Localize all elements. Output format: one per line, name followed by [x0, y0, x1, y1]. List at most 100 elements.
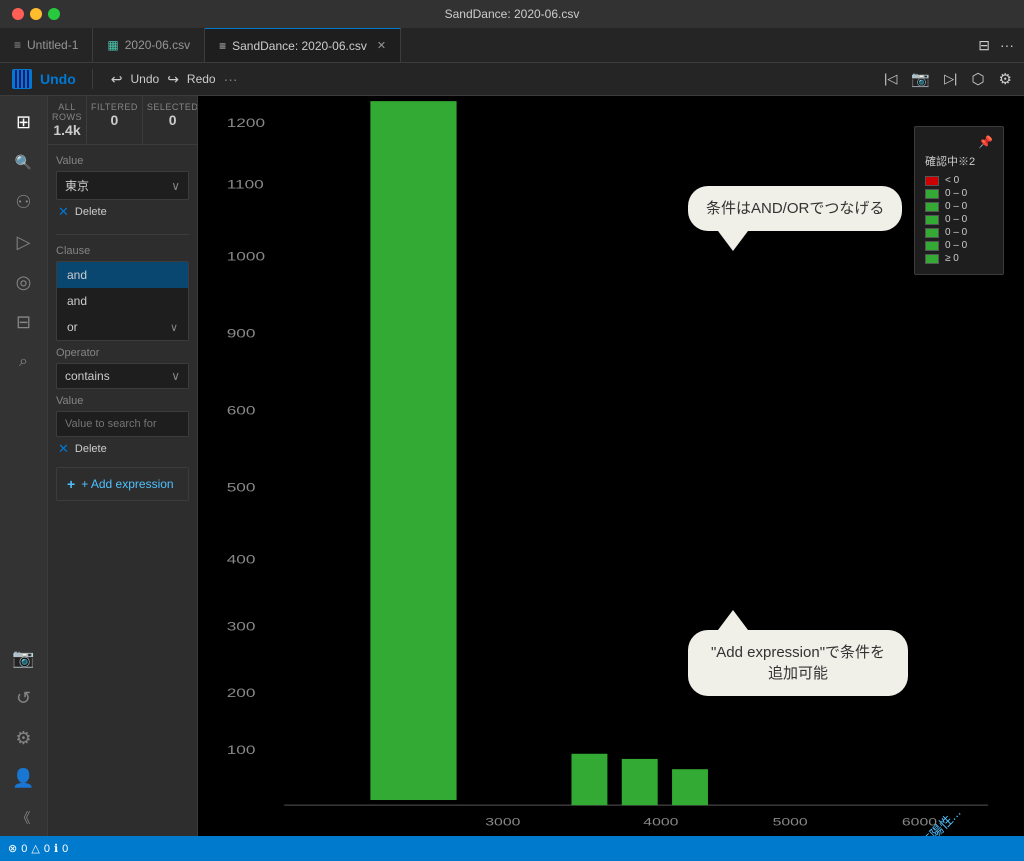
filter1-delete-btn[interactable]: ✕ Delete	[56, 200, 189, 224]
activity-source-icon[interactable]: ⚇	[6, 184, 42, 220]
bubble-bottom: "Add expression"で条件を追加可能	[688, 630, 908, 696]
legend-label-0: < 0	[945, 175, 959, 186]
clause-option-and-label: and	[67, 268, 87, 282]
add-expression-btn[interactable]: + + Add expression	[56, 467, 189, 501]
filter2-clause-label: Clause	[56, 245, 189, 257]
activity-gear-icon[interactable]: ⚙	[6, 720, 42, 756]
selected-stat: SELECTED 0	[143, 96, 198, 144]
clause-option-or-label: or	[67, 320, 78, 334]
legend-color-4	[925, 228, 939, 238]
filter1-value-text: 東京	[65, 177, 89, 194]
window-controls	[12, 8, 60, 20]
first-frame-icon[interactable]: |◁	[884, 71, 897, 87]
tab-sanddance-label: SandDance: 2020-06.csv	[232, 39, 367, 53]
svg-text:3000: 3000	[485, 816, 521, 828]
filter2-operator-label: Operator	[56, 347, 189, 359]
activity-camera-icon[interactable]: 📷	[6, 640, 42, 676]
legend-item-6: ≥ 0	[925, 253, 993, 264]
legend-color-1	[925, 189, 939, 199]
filter2-operator-text: contains	[65, 369, 110, 383]
svg-text:300: 300	[227, 620, 256, 634]
filter2-delete-x-icon: ✕	[58, 441, 69, 457]
more-actions-icon[interactable]: ···	[1000, 37, 1014, 53]
activity-blocks-icon[interactable]: ⊟	[6, 304, 42, 340]
add-expression-plus-icon: +	[67, 476, 75, 492]
tab-sanddance[interactable]: ≡ SandDance: 2020-06.csv ✕	[205, 28, 401, 62]
titlebar: SandDance: 2020-06.csv	[0, 0, 1024, 28]
stats-bar: ALL ROWS 1.4k FILTERED 0 SELECTED 0	[48, 96, 197, 145]
activity-files-icon[interactable]: ⊞	[6, 104, 42, 140]
toolbar-more-icon[interactable]: ···	[224, 71, 238, 87]
warning-count: 0	[44, 843, 50, 855]
legend-item-5: 0 – 0	[925, 240, 993, 251]
filter1-delete-x-icon: ✕	[58, 204, 69, 220]
legend-label-4: 0 – 0	[945, 227, 967, 238]
tab-untitled[interactable]: ≡ Untitled-1	[0, 28, 93, 62]
filter1-chevron-icon: ∨	[171, 179, 180, 193]
legend-color-0	[925, 176, 939, 186]
redo-button[interactable]: Redo	[187, 72, 216, 86]
tabbar-actions: ⊟ ···	[968, 28, 1024, 62]
sanddance-title: Undo	[40, 71, 76, 87]
filter2-delete-btn[interactable]: ✕ Delete	[56, 437, 189, 461]
clause-option-and-selected[interactable]: and	[57, 262, 188, 288]
tab-csv-label: 2020-06.csv	[125, 38, 190, 52]
legend-pin-icon: 📌	[925, 135, 993, 149]
filter1-section: Value 東京 ∨ ✕ Delete	[56, 155, 189, 224]
tabbar: ≡ Untitled-1 ▦ 2020-06.csv ≡ SandDance: …	[0, 28, 1024, 63]
close-dot[interactable]	[12, 8, 24, 20]
activity-magnify-icon[interactable]: ⌕	[6, 344, 42, 380]
legend: 📌 確認中※2 < 0 0 – 0 0 – 0 0 – 0	[914, 126, 1004, 275]
legend-color-6	[925, 254, 939, 264]
settings-icon[interactable]: ⚙	[999, 70, 1012, 88]
legend-color-3	[925, 215, 939, 225]
filter2-operator-select[interactable]: contains ∨	[56, 363, 189, 389]
tab-sanddance-close[interactable]: ✕	[377, 39, 386, 52]
clause-option-and2[interactable]: and	[57, 288, 188, 314]
svg-text:4000: 4000	[643, 816, 679, 828]
filter2-value-input[interactable]	[56, 411, 189, 437]
filter-content: Value 東京 ∨ ✕ Delete Clause	[48, 145, 197, 836]
activity-bar: ⊞ 🔍 ⚇ ▷ ◎ ⊟ ⌕ 📷 ↺ ⚙ 👤 《	[0, 96, 48, 836]
svg-text:100: 100	[227, 743, 256, 757]
legend-label-5: 0 – 0	[945, 240, 967, 251]
filter1-value-select[interactable]: 東京 ∨	[56, 171, 189, 200]
bubble-top-text: 条件はAND/ORでつなげる	[706, 200, 884, 217]
minimize-dot[interactable]	[30, 8, 42, 20]
legend-label-3: 0 – 0	[945, 214, 967, 225]
svg-text:1200: 1200	[227, 116, 265, 130]
3d-icon[interactable]: ⬡	[971, 70, 984, 88]
activity-palette-icon[interactable]: ◎	[6, 264, 42, 300]
svg-text:1000: 1000	[227, 250, 265, 264]
filtered-stat: FILTERED 0	[87, 96, 143, 144]
filter1-value-label: Value	[56, 155, 189, 167]
activity-person-icon[interactable]: 👤	[6, 760, 42, 796]
maximize-dot[interactable]	[48, 8, 60, 20]
info-icon: ℹ	[54, 842, 58, 855]
activity-chevron-icon[interactable]: 《	[6, 800, 42, 836]
tab-untitled-label: Untitled-1	[27, 38, 78, 52]
svg-text:600: 600	[227, 404, 256, 418]
filter2-section: Clause and and or ∨	[56, 245, 189, 461]
redo-icon: ↪	[167, 71, 179, 88]
tab-csv[interactable]: ▦ 2020-06.csv	[93, 28, 205, 62]
camera-icon[interactable]: 📷	[911, 70, 930, 88]
chart-area: 1200 1100 1000 900 600 500 400 300 200 1…	[198, 96, 1024, 836]
bubble-top: 条件はAND/ORでつなげる	[688, 186, 902, 231]
tab-csv-icon: ▦	[107, 38, 118, 52]
last-frame-icon[interactable]: ▷|	[944, 71, 957, 87]
filter2-delete-label: Delete	[75, 443, 107, 455]
statusbar-errors[interactable]: ⊗ 0 △ 0 ℹ 0	[8, 842, 68, 855]
undo-button[interactable]: Undo	[131, 72, 160, 86]
info-count: 0	[62, 843, 68, 855]
activity-search-icon[interactable]: 🔍	[6, 144, 42, 180]
activity-history-icon[interactable]: ↺	[6, 680, 42, 716]
legend-item-0: < 0	[925, 175, 993, 186]
filter1-delete-label: Delete	[75, 206, 107, 218]
activity-run-icon[interactable]: ▷	[6, 224, 42, 260]
clause-dropdown[interactable]: and and or ∨	[56, 261, 189, 341]
split-editor-icon[interactable]: ⊟	[978, 37, 990, 54]
tab-sanddance-icon: ≡	[219, 39, 226, 53]
legend-color-2	[925, 202, 939, 212]
clause-option-or[interactable]: or ∨	[57, 314, 188, 340]
